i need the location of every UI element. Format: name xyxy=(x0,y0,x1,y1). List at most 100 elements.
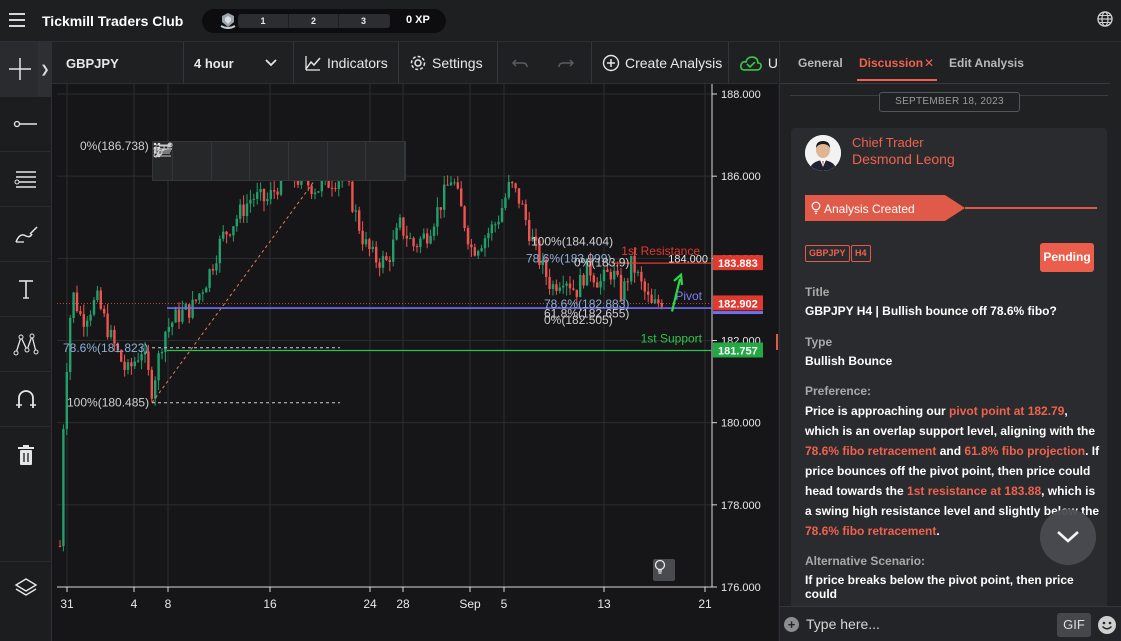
x-tick-label: 13 xyxy=(597,597,611,611)
candle-body xyxy=(123,361,126,370)
pattern-tool[interactable] xyxy=(0,317,52,372)
candle-body xyxy=(388,259,391,262)
status-badge[interactable]: Pending xyxy=(1040,243,1094,272)
candle-body xyxy=(167,327,170,332)
xp-value: 0 XP xyxy=(406,14,430,26)
candle-body xyxy=(181,309,184,322)
alternative-label: Alternative Scenario: xyxy=(805,554,926,568)
app-title: Tickmill Traders Club xyxy=(42,13,184,29)
candle-body xyxy=(626,281,629,283)
tab-discussion[interactable]: Discussion xyxy=(859,56,923,70)
highlight-resistance: 1st resistance at 183.88 xyxy=(907,484,1042,498)
fib-draw-button[interactable] xyxy=(156,142,367,180)
interval-selector[interactable]: 4 hour xyxy=(184,42,294,84)
candle-body xyxy=(218,238,221,264)
indicators-button[interactable]: Indicators xyxy=(294,42,399,84)
globe-icon[interactable] xyxy=(1096,10,1114,28)
x-tick-label: 28 xyxy=(396,597,410,611)
text-tool[interactable] xyxy=(0,262,52,317)
candle-body xyxy=(555,284,558,291)
brush-icon xyxy=(15,226,38,243)
lightbulb-icon xyxy=(654,559,666,574)
settings-button[interactable]: Settings xyxy=(399,42,498,84)
candle-body xyxy=(395,227,398,240)
candle-body xyxy=(470,244,473,248)
chevron-right-icon[interactable]: ❯ xyxy=(38,42,52,97)
redo-icon xyxy=(558,59,575,68)
candle-body xyxy=(463,206,466,228)
candle-body xyxy=(613,270,616,280)
menu-icon[interactable] xyxy=(9,13,25,27)
extended-line-draw-button[interactable] xyxy=(154,142,328,180)
candle-body xyxy=(361,230,364,245)
create-analysis-button[interactable]: Create Analysis xyxy=(592,42,729,84)
trendline-draw-button[interactable] xyxy=(153,142,251,180)
fibonacci-icon xyxy=(14,171,36,188)
fib-extension-draw-button[interactable] xyxy=(154,142,405,180)
candle-body xyxy=(194,299,198,301)
author-role: Chief Trader xyxy=(852,135,924,150)
idea-button[interactable] xyxy=(653,559,675,581)
candle-body xyxy=(205,287,208,293)
author-name[interactable]: Desmond Leong xyxy=(852,151,955,167)
candle-body xyxy=(650,294,653,303)
add-attachment-icon[interactable]: + xyxy=(784,617,799,632)
create-analysis-label: Create Analysis xyxy=(625,55,723,71)
gif-button[interactable]: GIF xyxy=(1057,613,1091,637)
candle-body xyxy=(572,288,575,290)
candle-body xyxy=(517,188,521,204)
message-input[interactable] xyxy=(806,613,1046,635)
indicators-label: Indicators xyxy=(327,55,388,71)
layers-tool[interactable] xyxy=(0,561,52,613)
tab-general[interactable]: General xyxy=(798,56,843,70)
candle-body xyxy=(592,275,595,283)
hline-draw-button[interactable] xyxy=(153,142,212,180)
symbol-tag: GBPJPY xyxy=(805,245,850,262)
y-tick-label: 176.000 xyxy=(721,582,761,594)
candle-body xyxy=(378,262,381,268)
candle-body xyxy=(109,329,113,338)
candle-body xyxy=(579,274,582,298)
candle-body xyxy=(75,292,79,312)
candle-body xyxy=(215,263,218,271)
candle-body xyxy=(422,233,425,239)
candle-body xyxy=(640,271,643,282)
ray-draw-button[interactable] xyxy=(155,142,289,180)
xp-track: 1 2 3 xyxy=(238,14,390,28)
layers-icon xyxy=(14,577,38,596)
redo-button[interactable] xyxy=(546,42,592,84)
candle-body xyxy=(239,204,242,219)
candle-body xyxy=(171,322,174,328)
fib-label: 100%(184.404) xyxy=(531,235,613,249)
pivot-price-tag xyxy=(713,311,763,315)
brush-tool[interactable] xyxy=(0,207,52,262)
fib-tool[interactable] xyxy=(0,152,52,207)
emoji-icon[interactable] xyxy=(1097,615,1117,635)
candle-body xyxy=(599,281,602,288)
undo-button[interactable] xyxy=(498,42,546,84)
avatar[interactable] xyxy=(805,135,841,171)
crosshair-tool[interactable]: ❯ xyxy=(0,42,52,97)
horizontal-line-tool[interactable] xyxy=(0,97,52,152)
candle-body xyxy=(320,180,323,192)
candle-body xyxy=(133,361,136,367)
tab-edit-analysis[interactable]: Edit Analysis xyxy=(949,56,1024,70)
lightbulb-icon xyxy=(811,201,821,215)
date-separator: SEPTEMBER 18, 2023 xyxy=(879,92,1020,112)
candle-body xyxy=(72,292,75,318)
x-tick-label: 8 xyxy=(165,597,172,611)
magnet-tool[interactable] xyxy=(0,372,52,427)
upload-label: U xyxy=(767,55,778,71)
candle-body xyxy=(351,181,354,212)
scroll-down-button[interactable] xyxy=(1040,509,1096,565)
candle-body xyxy=(558,287,561,291)
trash-icon xyxy=(18,444,34,465)
close-icon[interactable]: ✕ xyxy=(924,56,934,70)
upload-button[interactable]: U xyxy=(729,42,778,84)
undo-icon xyxy=(511,59,528,68)
candle-body xyxy=(647,291,650,295)
price-chart[interactable]: 188.000186.000184.000182.000180.000178.0… xyxy=(52,84,778,641)
delete-tool[interactable] xyxy=(0,427,52,482)
symbol-selector[interactable]: GBPJPY xyxy=(52,42,184,84)
candle-body xyxy=(126,362,130,370)
